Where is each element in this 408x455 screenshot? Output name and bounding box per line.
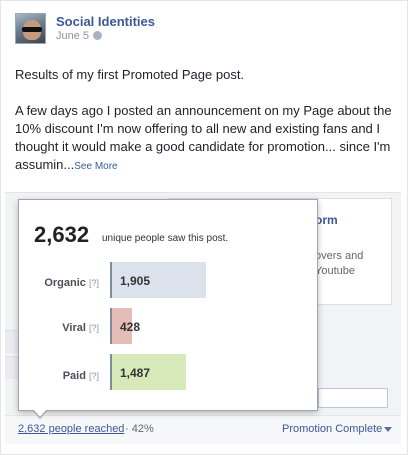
reach-caption: unique people saw this post. xyxy=(102,233,229,244)
page-name-link[interactable]: Social Identities xyxy=(56,14,155,29)
chevron-down-icon[interactable] xyxy=(384,427,392,432)
page-avatar[interactable] xyxy=(15,13,46,44)
people-reached-link[interactable]: 2,632 people reached xyxy=(18,423,124,435)
post-date-text[interactable]: June 5 xyxy=(56,30,89,42)
reach-count: 2,632 xyxy=(34,222,90,247)
viral-value: 428 xyxy=(120,320,141,334)
paid-help-icon[interactable]: [?] xyxy=(89,371,99,381)
paid-label-text: Paid xyxy=(62,370,86,382)
globe-icon xyxy=(93,31,103,40)
viral-label-text: Viral xyxy=(62,322,86,334)
viral-help-icon[interactable]: [?] xyxy=(89,323,99,333)
see-more-link[interactable]: See More xyxy=(74,161,117,172)
organic-label-text: Organic xyxy=(44,277,86,289)
preview-comment-input[interactable] xyxy=(318,388,388,408)
post-paragraph-1: Results of my first Promoted Page post. xyxy=(15,67,245,82)
reach-popup: 2,632 unique people saw this post. Organ… xyxy=(18,199,318,411)
preview-title[interactable]: orm xyxy=(315,213,338,227)
avatar-glasses xyxy=(22,27,42,32)
post-paragraph-2: A few days ago I posted an announcement … xyxy=(15,102,400,176)
popup-arrow-fill xyxy=(33,409,47,417)
post-body: Results of my first Promoted Page post. … xyxy=(15,66,400,194)
promotion-status-dropdown[interactable]: Promotion Complete xyxy=(282,423,382,435)
paid-label: Paid [?] xyxy=(39,370,99,382)
viral-label: Viral [?] xyxy=(39,322,99,334)
organic-value: 1,905 xyxy=(120,274,151,288)
paid-value: 1,487 xyxy=(120,366,151,380)
post-date[interactable]: June 5 xyxy=(56,30,103,42)
preview-description: overs and Youtube xyxy=(315,250,364,277)
reach-percent: · 42% xyxy=(125,423,154,435)
post-paragraph-2-text: A few days ago I posted an announcement … xyxy=(15,103,392,172)
organic-label: Organic [?] xyxy=(39,277,99,289)
organic-help-icon[interactable]: [?] xyxy=(89,278,99,288)
